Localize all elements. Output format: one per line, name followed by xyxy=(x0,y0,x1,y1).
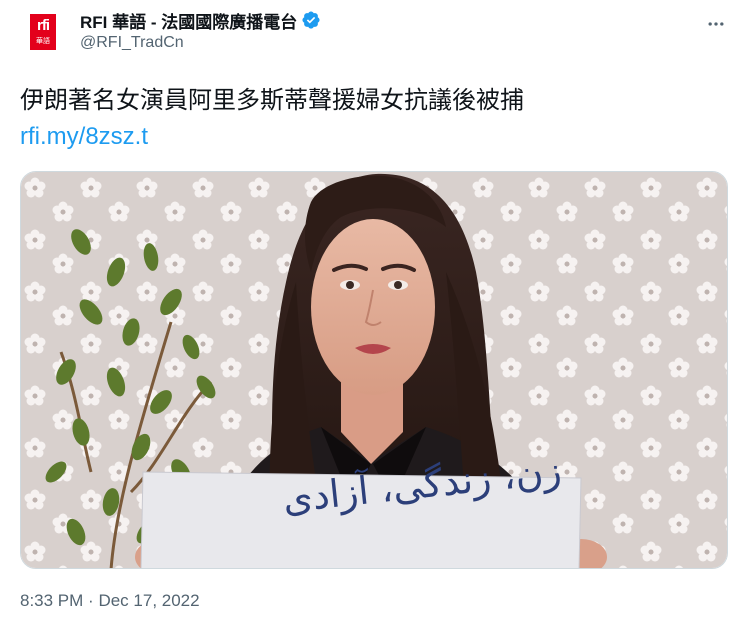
display-name[interactable]: RFI 華語 - 法國國際廣播電台 xyxy=(80,8,297,33)
tweet-meta: 8:33 PM · Dec 17, 2022 xyxy=(20,591,200,611)
name-row: RFI 華語 - 法國國際廣播電台 xyxy=(80,8,321,33)
tweet-time[interactable]: 8:33 PM xyxy=(20,591,83,610)
avatar[interactable]: rfi 華語 xyxy=(20,8,68,56)
rfi-logo: rfi 華語 xyxy=(30,14,56,50)
more-horizontal-icon[interactable] xyxy=(700,8,732,40)
tweet-date[interactable]: Dec 17, 2022 xyxy=(98,591,199,610)
rfi-logo-subtext: 華語 xyxy=(36,37,50,45)
tweet-photo[interactable]: زن، زندگی، آزادی xyxy=(20,171,728,569)
meta-separator: · xyxy=(88,591,94,610)
tweet-link[interactable]: rfi.my/8zsz.t xyxy=(20,121,148,153)
tweet: rfi 華語 RFI 華語 - 法國國際廣播電台 @RFI_TradCn 伊朗著… xyxy=(0,0,748,632)
handle[interactable]: @RFI_TradCn xyxy=(80,34,184,52)
verified-badge-icon xyxy=(301,10,321,30)
rfi-logo-text: rfi xyxy=(37,17,50,34)
tweet-text: 伊朗著名女演員阿里多斯蒂聲援婦女抗議後被捕 xyxy=(20,86,524,114)
